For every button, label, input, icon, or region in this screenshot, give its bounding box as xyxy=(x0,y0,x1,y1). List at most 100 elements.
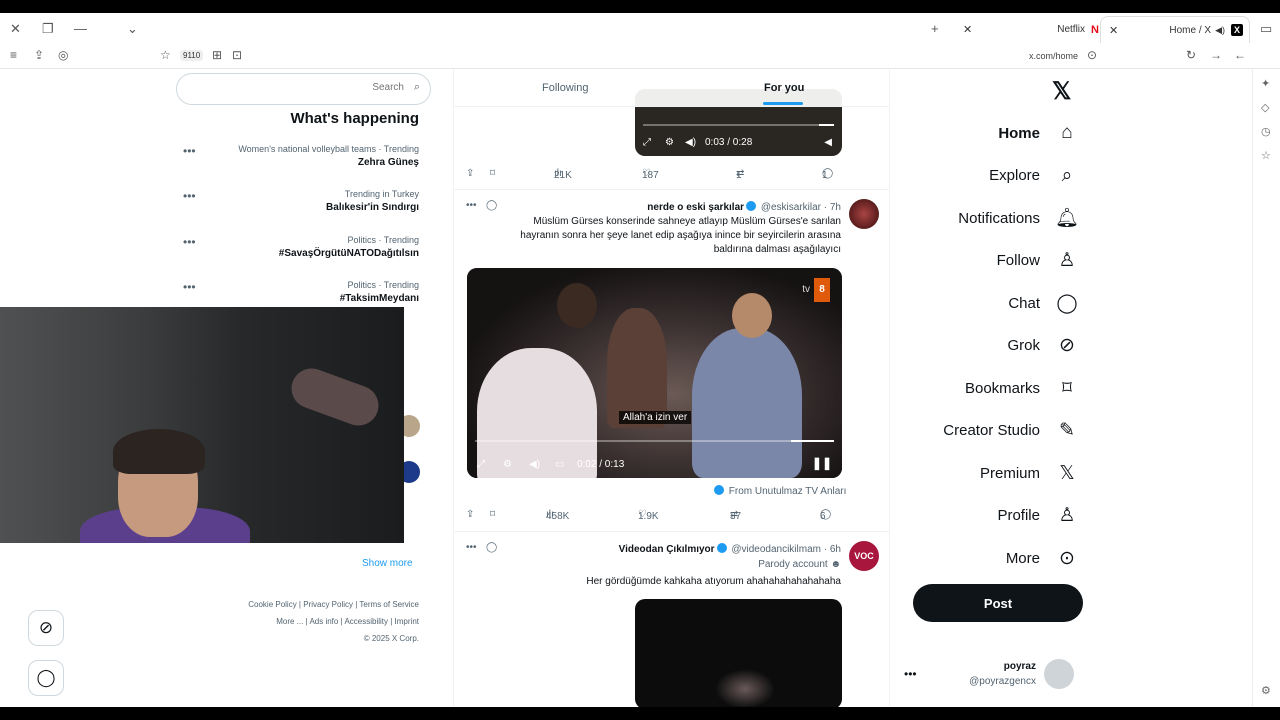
video-progress[interactable] xyxy=(475,440,834,442)
tab-for-you[interactable]: For you xyxy=(764,82,804,94)
more-dots-icon[interactable]: ••• xyxy=(904,667,917,681)
settings-icon[interactable]: ⚙ xyxy=(1261,684,1271,697)
grok-float-button[interactable]: ⊘ xyxy=(28,610,64,646)
forward-icon[interactable]: → xyxy=(1210,48,1222,62)
x-logo-icon[interactable]: 𝕏 xyxy=(1052,77,1071,106)
captions-icon[interactable]: ▭ xyxy=(555,459,564,470)
audio-icon[interactable]: ◀) xyxy=(1215,25,1225,36)
nav-item-creator-studio[interactable]: Creator Studio ✎ xyxy=(943,415,1080,447)
close-tab-icon[interactable]: ✕ xyxy=(1109,24,1118,37)
author-handle[interactable]: @videodancikilmam xyxy=(731,544,821,555)
trend-item[interactable]: ••• Trending in Turkey Balıkesir'in Sınd… xyxy=(183,189,419,213)
video-progress[interactable] xyxy=(643,124,834,126)
minimize-window-icon[interactable]: — xyxy=(74,21,87,36)
close-tab-icon[interactable]: ✕ xyxy=(963,23,972,36)
sidebar-toggle-icon[interactable]: ▭ xyxy=(1260,21,1272,37)
more-dots-icon[interactable]: ••• xyxy=(183,235,196,249)
share-icon[interactable]: ⇪ xyxy=(34,48,44,62)
restore-window-icon[interactable]: ❐ xyxy=(42,21,54,37)
search-input[interactable] xyxy=(244,82,404,93)
trend-item[interactable]: ••• Politics · Trending #SavaşÖrgütüNATO… xyxy=(183,235,419,259)
extension-badge[interactable]: 9110 xyxy=(180,50,204,61)
screenshot-icon[interactable]: ⊡ xyxy=(232,48,242,62)
pause-icon[interactable]: ❚❚ xyxy=(812,456,832,470)
share-icon[interactable]: ⇪ xyxy=(466,168,474,179)
nav-item-premium[interactable]: Premium 𝕏 xyxy=(980,457,1080,489)
tab-home-x[interactable]: ✕ Home / X ◀) X xyxy=(1100,16,1250,43)
video-player[interactable]: tv 8 Allah'a izin ver ⤢ ⚙ ◀) ▭ 0:02 / 0:… xyxy=(467,268,842,478)
nav-item-more[interactable]: More ⊙ xyxy=(1006,542,1080,574)
bookmark-icon[interactable]: ⌑ xyxy=(490,168,495,179)
likes-count[interactable]: 1.9K ♡ xyxy=(638,509,659,522)
bookmark-icon[interactable]: ⌑ xyxy=(490,509,495,520)
nav-item-home[interactable]: Home ⌂ xyxy=(998,117,1080,149)
tab-list-chevron-icon[interactable]: ⌄ xyxy=(127,21,138,37)
history-icon[interactable]: ◷ xyxy=(1261,125,1271,138)
nav-item-notifications[interactable]: Notifications 🔔︎ xyxy=(958,202,1080,234)
trend-item[interactable]: ••• Women's national volleyball teams · … xyxy=(183,144,419,168)
author-handle[interactable]: @eskisarkilar xyxy=(761,202,821,213)
fullscreen-icon[interactable]: ⤢ xyxy=(477,459,485,470)
nav-item-label: More xyxy=(1005,549,1040,567)
views-count[interactable]: 21K ılı xyxy=(554,168,572,181)
profile-circle-icon[interactable]: ◎ xyxy=(58,48,68,62)
account-switcher[interactable]: ••• poyraz @poyrazgencx xyxy=(900,655,1080,695)
nav-item-label: Chat xyxy=(1008,294,1040,312)
url-text[interactable]: x.com/home xyxy=(1029,51,1078,61)
nav-item-profile[interactable]: Profile ♙ xyxy=(997,500,1080,532)
likes-count[interactable]: 187 ♡ xyxy=(642,168,659,181)
new-tab-icon[interactable]: + xyxy=(931,21,939,36)
tab-following[interactable]: Following xyxy=(542,82,588,94)
post-button[interactable]: Post xyxy=(913,584,1083,622)
avatar[interactable]: VOC xyxy=(849,541,879,571)
close-window-icon[interactable]: ✕ xyxy=(10,21,21,37)
settings-icon[interactable]: ⚙ xyxy=(503,459,512,470)
back-icon[interactable]: ← xyxy=(1234,48,1246,62)
nav-item-grok[interactable]: Grok ⊘ xyxy=(1007,330,1080,362)
settings-icon[interactable]: ⚙ xyxy=(665,137,674,148)
browser-tab-strip: ✕ ❐ — ⌄ + ✕ Netflix N ✕ Home / X ◀) X ▭ xyxy=(0,13,1280,43)
replies-count[interactable]: 6 ◯ xyxy=(820,509,831,522)
more-dots-icon[interactable]: ••• xyxy=(466,200,477,211)
nav-item-chat[interactable]: Chat ◯ xyxy=(1008,287,1080,319)
reposts-count[interactable]: 37 ⇄ xyxy=(730,509,741,522)
star-icon[interactable]: ☆ xyxy=(160,48,171,62)
ai-sparkle-icon[interactable]: ✦ xyxy=(1261,77,1270,90)
from-source[interactable]: From Unutulmaz TV Anları xyxy=(712,485,846,497)
shopping-icon[interactable]: ◇ xyxy=(1261,101,1269,114)
favorites-icon[interactable]: ☆ xyxy=(1261,149,1271,162)
post-time[interactable]: 7h xyxy=(830,202,841,213)
author-name[interactable]: Videodan Çıkılmıyor xyxy=(619,544,715,555)
video-player[interactable] xyxy=(635,599,842,707)
share-icon[interactable]: ⇪ xyxy=(466,509,474,520)
divider xyxy=(454,189,889,190)
volume-icon[interactable]: ◀) xyxy=(529,459,540,470)
more-dots-icon[interactable]: ••• xyxy=(183,189,196,203)
avatar[interactable] xyxy=(849,199,879,229)
grok-icon[interactable]: ◯ xyxy=(486,200,497,211)
reload-icon[interactable]: ↻ xyxy=(1186,48,1196,62)
trend-item[interactable]: ••• Politics · Trending #TaksimMeydanı xyxy=(183,280,419,304)
extension-icon[interactable]: ⊞ xyxy=(212,48,222,62)
timeline-tabs: Following For you xyxy=(454,69,889,107)
show-more-link[interactable]: Show more xyxy=(362,558,413,569)
more-dots-icon[interactable]: ••• xyxy=(183,144,196,158)
views-count[interactable]: 458K ılı xyxy=(546,509,569,522)
more-dots-icon[interactable]: ••• xyxy=(466,542,477,553)
fullscreen-icon[interactable]: ⤢ xyxy=(643,137,651,148)
volume-icon[interactable]: ◀) xyxy=(685,137,696,148)
grok-icon[interactable]: ◯ xyxy=(486,542,497,553)
more-dots-icon[interactable]: ••• xyxy=(183,280,196,294)
play-icon[interactable]: ◀ xyxy=(824,137,832,148)
tab-netflix[interactable]: ✕ Netflix N xyxy=(955,16,1105,43)
menu-icon[interactable]: ≡ xyxy=(10,48,17,62)
nav-item-follow[interactable]: Follow ♙ xyxy=(997,245,1080,277)
site-info-icon[interactable]: ⊙ xyxy=(1087,48,1097,62)
reposts-count[interactable]: 1 ⇄ xyxy=(736,168,744,181)
nav-item-bookmarks[interactable]: Bookmarks ⌑ xyxy=(965,372,1080,404)
nav-item-explore[interactable]: Explore ⌕ xyxy=(989,160,1080,192)
messages-float-button[interactable]: ◯ xyxy=(28,660,64,696)
replies-count[interactable]: 1 ◯ xyxy=(822,168,833,181)
post-time[interactable]: 6h xyxy=(830,544,841,555)
author-name[interactable]: nerde o eski şarkılar xyxy=(647,202,744,213)
